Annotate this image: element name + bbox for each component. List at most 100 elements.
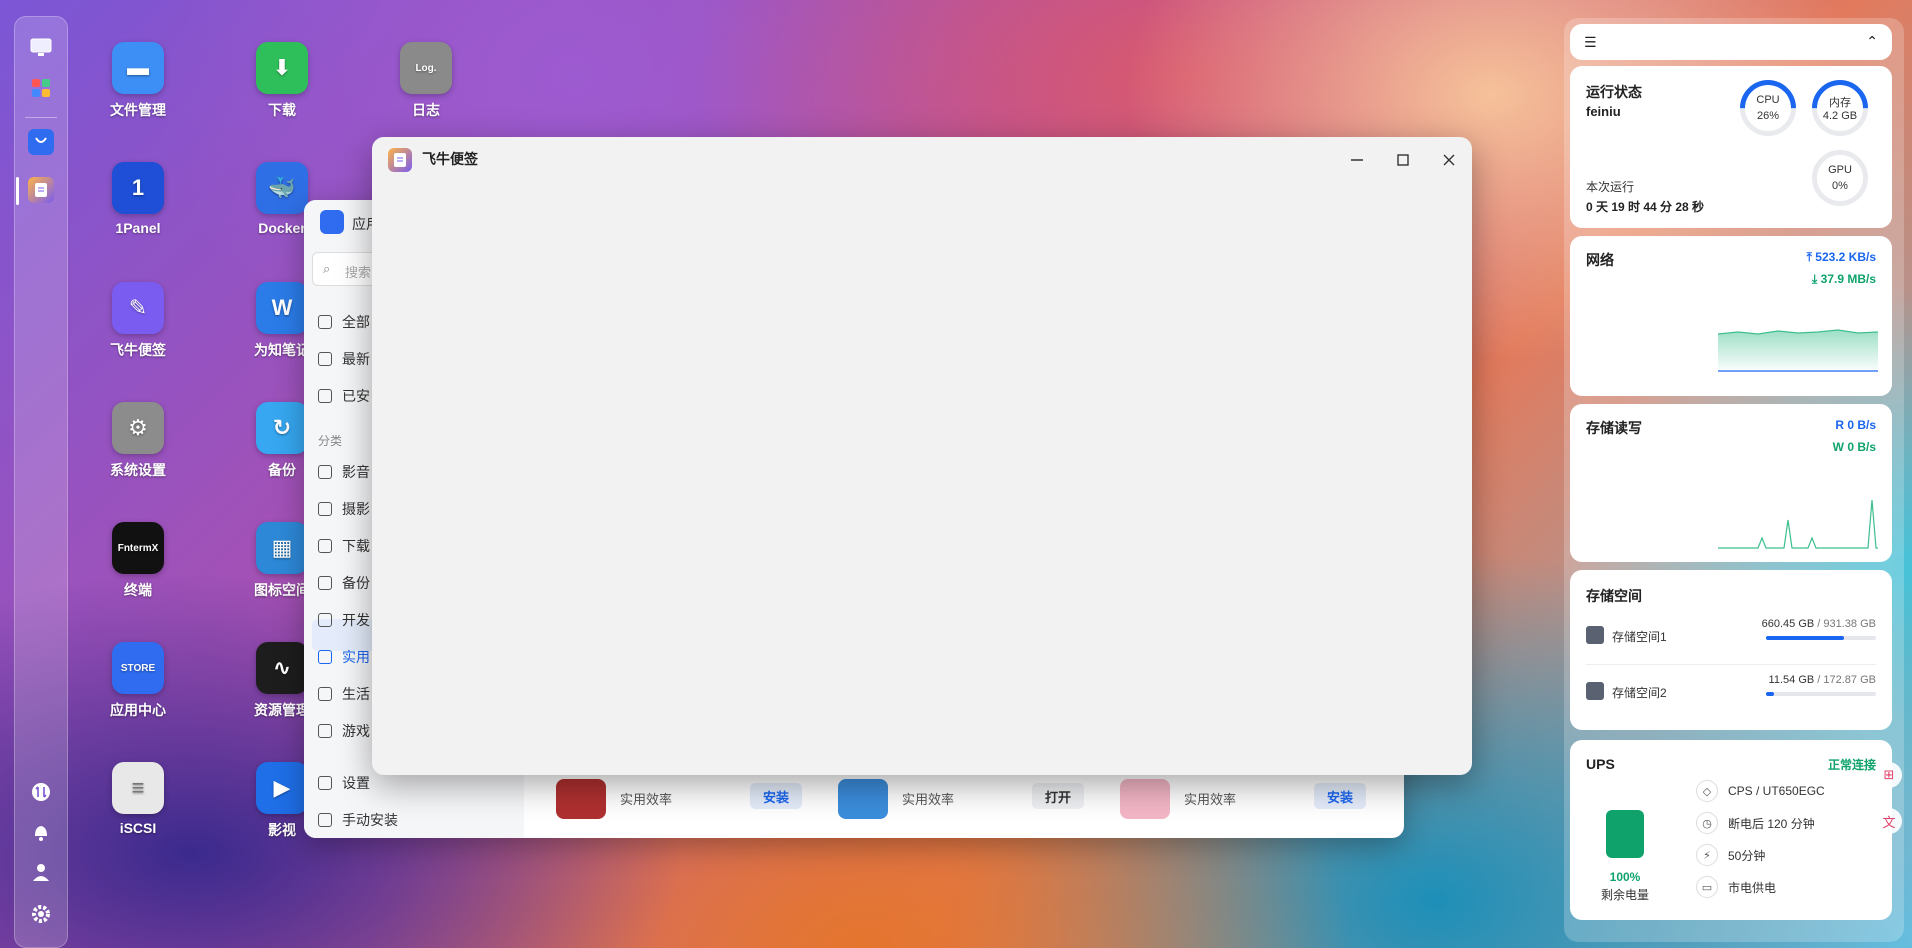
store-icon[interactable] <box>28 129 54 155</box>
minimize-icon <box>1351 159 1363 161</box>
app-icon: ✎ <box>112 282 164 334</box>
user-icon[interactable] <box>28 859 54 885</box>
storage-volume-row[interactable]: 存储空间2 11.54 GB / 172.87 GB <box>1570 674 1892 720</box>
network-widget[interactable]: 网络 ⤒ 523.2 KB/s ⤓ 37.9 MB/s <box>1570 236 1892 396</box>
notes-content-area[interactable] <box>372 181 1472 775</box>
gpu-label: GPU <box>1828 164 1852 176</box>
disk-io-widget[interactable]: 存储读写 R 0 B/s W 0 B/s <box>1570 404 1892 562</box>
app-icon: ↻ <box>256 402 308 454</box>
collapse-icon[interactable]: ⌃ <box>1866 33 1878 50</box>
category-item[interactable]: 游戏 <box>318 721 370 741</box>
category-item[interactable]: 开发 <box>318 610 370 630</box>
app-icon: ▬ <box>112 42 164 94</box>
app-center-nav-item[interactable]: 已安 <box>318 386 370 406</box>
category-label: 实用 <box>342 649 370 665</box>
volume-name: 存储空间1 <box>1612 630 1667 644</box>
uptime-label: 本次运行 <box>1586 180 1635 194</box>
volume-usage: 11.54 GB / 172.87 GB <box>1768 674 1876 686</box>
disk-icon <box>1586 626 1604 644</box>
app-card[interactable]: 实用效率 安装 <box>1108 770 1378 831</box>
app-center-nav-item[interactable]: 全部 <box>318 312 370 332</box>
install-button[interactable]: 安装 <box>750 783 802 809</box>
app-center-bottom-item[interactable]: 设置 <box>318 773 370 793</box>
app-icon: W <box>256 282 308 334</box>
category-item[interactable]: 实用 <box>318 647 370 667</box>
category-item[interactable]: 下载 <box>318 536 370 556</box>
category-icon <box>318 465 332 479</box>
transfer-icon[interactable] <box>28 779 54 805</box>
battery-label: 剩余电量 <box>1600 888 1649 902</box>
desktop-icon[interactable]: ⬇ 下载 <box>222 42 342 120</box>
monitor-icon[interactable] <box>28 35 54 61</box>
category-item[interactable]: 影音 <box>318 462 370 482</box>
app-card-icon <box>556 779 606 819</box>
ups-widget[interactable]: UPS 正常连接 100% 剩余电量 ◇ CPS / UT650EGC ◷ 断电后 … <box>1570 740 1892 920</box>
app-icon: FntermX <box>112 522 164 574</box>
storage-title: 存储空间 <box>1586 588 1642 604</box>
app-icon: ∿ <box>256 642 308 694</box>
maximize-button[interactable] <box>1390 147 1416 173</box>
notes-icon[interactable] <box>28 177 54 203</box>
notes-window: 飞牛便签 <box>372 137 1472 775</box>
bell-icon[interactable] <box>28 819 54 845</box>
app-center-nav-item[interactable]: 最新 <box>318 349 370 369</box>
ups-status: 正常连接 <box>1827 758 1876 772</box>
runtime-icon: ⚡ <box>1696 844 1718 866</box>
open-button[interactable]: 打开 <box>1032 783 1084 809</box>
category-item[interactable]: 备份 <box>318 573 370 593</box>
category-item[interactable]: 生活 <box>318 684 370 704</box>
cpu-value: 26% <box>1756 110 1780 122</box>
category-icon <box>318 650 332 664</box>
status-widget[interactable]: 运行状态 feiniu 本次运行 0 天 19 时 44 分 28 秒 CPU … <box>1570 66 1892 228</box>
category-label: 影音 <box>342 464 370 480</box>
app-card-category: 实用效率 <box>1184 792 1237 807</box>
app-card-icon <box>838 779 888 819</box>
maximize-icon <box>1397 154 1409 166</box>
status-title: 运行状态 <box>1586 84 1642 100</box>
gpu-gauge: GPU 0% <box>1812 150 1868 206</box>
app-center-bottom-item[interactable]: 手动安装 <box>318 810 398 830</box>
plug-icon: ▭ <box>1696 876 1718 898</box>
category-icon <box>318 539 332 553</box>
widget-grid-button[interactable]: ⊞ <box>1876 762 1902 788</box>
cpu-gauge-arc <box>1728 68 1808 148</box>
gear-icon[interactable] <box>28 901 54 927</box>
network-graph <box>1718 329 1878 372</box>
cpu-gauge: CPU 26% <box>1728 68 1808 148</box>
app-icon: Log. <box>400 42 452 94</box>
app-card[interactable]: 实用效率 安装 <box>544 770 814 831</box>
translate-button[interactable]: 文 <box>1876 808 1902 834</box>
install-button[interactable]: 安装 <box>1314 783 1366 809</box>
desktop-icon[interactable]: STORE 应用中心 <box>78 642 198 720</box>
desktop-icon-label: 文件管理 <box>110 102 166 118</box>
storage-volume-row[interactable]: 存储空间1 660.45 GB / 931.38 GB <box>1570 618 1892 664</box>
app-icon: 1 <box>112 162 164 214</box>
storage-widget[interactable]: 存储空间 存储空间1 660.45 GB / 931.38 GB 存储空间2 11.5… <box>1570 570 1892 730</box>
desktop-icon-label: 应用中心 <box>110 702 166 718</box>
menu-icon[interactable]: ☰ <box>1584 34 1597 51</box>
disk-write: W 0 B/s <box>1832 440 1876 454</box>
nav-label: 已安 <box>342 388 370 404</box>
volume-usage-bar <box>1766 636 1876 640</box>
desktop-icon[interactable]: ✎ 飞牛便签 <box>78 282 198 360</box>
desktop-icon[interactable]: ⚙ 系统设置 <box>78 402 198 480</box>
desktop-icon[interactable]: Log. 日志 <box>366 42 486 120</box>
minimize-button[interactable] <box>1344 147 1370 173</box>
host-name: feiniu <box>1586 104 1621 119</box>
app-card[interactable]: 实用效率 打开 <box>826 770 1096 831</box>
category-item[interactable]: 摄影 <box>318 499 370 519</box>
desktop-icon[interactable]: ▬ 文件管理 <box>78 42 198 120</box>
app-icon: ≡ <box>112 762 164 814</box>
desktop-icon[interactable]: ≡ iSCSI <box>78 762 198 836</box>
apps-grid-icon[interactable] <box>28 75 54 101</box>
desktop-icon[interactable]: FntermX 终端 <box>78 522 198 600</box>
category-label: 生活 <box>342 686 370 702</box>
store-icon <box>320 210 344 234</box>
category-label: 下载 <box>342 538 370 554</box>
disk-icon <box>1586 682 1604 700</box>
nav-icon <box>318 352 332 366</box>
widget-panel: ☰ ⌃ 运行状态 feiniu 本次运行 0 天 19 时 44 分 28 秒 … <box>1564 18 1904 942</box>
close-button[interactable] <box>1436 147 1462 173</box>
divider <box>1586 664 1876 665</box>
desktop-icon[interactable]: 1 1Panel <box>78 162 198 236</box>
